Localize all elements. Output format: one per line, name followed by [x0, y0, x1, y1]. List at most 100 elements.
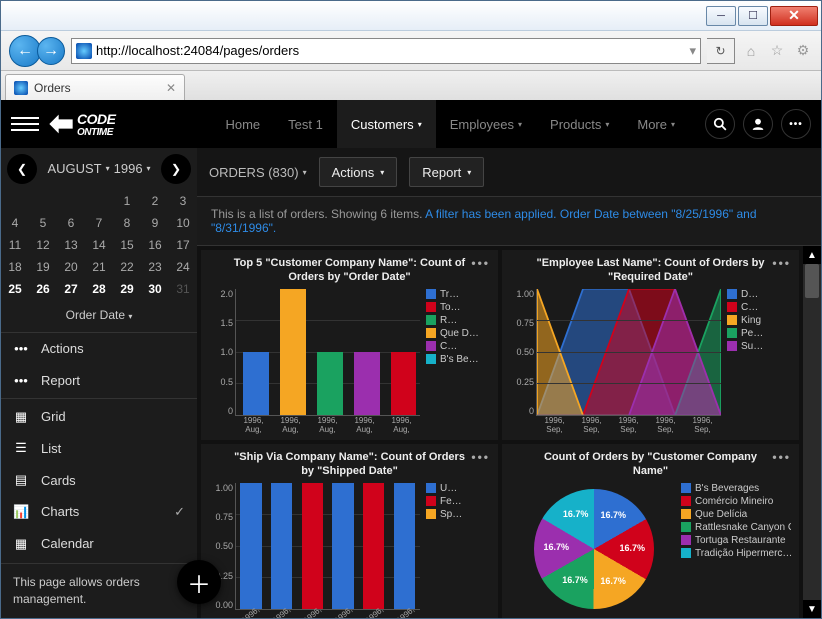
legend-item[interactable]: R… — [426, 315, 490, 326]
chart-plot[interactable]: 1.000.750.500.250.001996,Au…1996,Se…1996… — [209, 483, 422, 618]
more-button[interactable]: ••• — [781, 109, 811, 139]
user-button[interactable] — [743, 109, 773, 139]
close-tab-icon[interactable]: ✕ — [166, 81, 176, 95]
window-close-button[interactable]: ✕ — [770, 6, 818, 26]
calendar-day[interactable]: 11 — [1, 234, 29, 256]
url-input[interactable] — [96, 43, 685, 58]
search-button[interactable] — [705, 109, 735, 139]
dropdown-icon[interactable]: ▾ — [689, 43, 696, 59]
legend-item[interactable]: Tortuga Restaurante — [681, 535, 791, 546]
calendar-day[interactable]: 7 — [85, 212, 113, 234]
browser-forward-button[interactable]: → — [37, 37, 65, 65]
legend-item[interactable]: Tr… — [426, 289, 490, 300]
legend-item[interactable]: C… — [727, 302, 791, 313]
calendar-day[interactable]: 18 — [1, 256, 29, 278]
nav-tab-home[interactable]: Home — [211, 100, 274, 148]
sidebar-actions[interactable]: •••Actions — [1, 333, 197, 365]
window-maximize-button[interactable]: ☐ — [738, 6, 768, 26]
calendar-day[interactable]: 19 — [29, 256, 57, 278]
scroll-thumb[interactable] — [805, 264, 819, 298]
chart-more-icon[interactable]: ••• — [772, 450, 791, 464]
chart-plot[interactable]: 1.000.750.500.2501996,Sep,231996,Sep,241… — [510, 289, 723, 434]
calendar-day[interactable]: 17 — [169, 234, 197, 256]
legend-item[interactable]: King — [727, 315, 791, 326]
calendar-day[interactable]: 24 — [169, 256, 197, 278]
favorites-icon[interactable]: ☆ — [767, 41, 787, 61]
calendar-day[interactable]: 22 — [113, 256, 141, 278]
nav-tab-more[interactable]: More ▾ — [623, 100, 689, 148]
calendar-day[interactable]: 5 — [29, 212, 57, 234]
actions-button[interactable]: Actions▾ — [319, 157, 398, 187]
browser-tab[interactable]: Orders ✕ — [5, 74, 185, 100]
sidebar-report[interactable]: •••Report — [1, 364, 197, 396]
legend-item[interactable]: Sp… — [426, 509, 490, 520]
calendar-day[interactable]: 12 — [29, 234, 57, 256]
hamburger-menu-icon[interactable] — [11, 110, 39, 138]
calendar-day[interactable]: 4 — [1, 212, 29, 234]
calendar-day[interactable]: 14 — [85, 234, 113, 256]
calendar-day[interactable]: 16 — [141, 234, 169, 256]
calendar-grid[interactable]: 1234567891011121314151617181920212223242… — [1, 190, 197, 300]
chart-more-icon[interactable]: ••• — [471, 256, 490, 270]
legend-item[interactable]: C… — [426, 341, 490, 352]
nav-tab-test-1[interactable]: Test 1 — [274, 100, 337, 148]
calendar-day[interactable]: 8 — [113, 212, 141, 234]
calendar-day[interactable]: 13 — [57, 234, 85, 256]
calendar-day[interactable]: 31 — [169, 278, 197, 300]
calendar-field-label[interactable]: Order Date ▾ — [1, 300, 197, 333]
calendar-day[interactable]: 21 — [85, 256, 113, 278]
calendar-day[interactable]: 6 — [57, 212, 85, 234]
legend-item[interactable]: B's Beverages — [681, 483, 791, 494]
legend-item[interactable]: Que D… — [426, 328, 490, 339]
address-bar[interactable]: ▾ — [71, 38, 701, 64]
nav-tab-customers[interactable]: Customers ▾ — [337, 100, 436, 148]
chart-plot[interactable]: 2.01.51.00.501996,Aug,261996,Aug,271996,… — [209, 289, 422, 434]
nav-tab-employees[interactable]: Employees ▾ — [436, 100, 536, 148]
sidebar-view-charts[interactable]: 📊Charts✓ — [1, 496, 197, 528]
legend-item[interactable]: U… — [426, 483, 490, 494]
calendar-day[interactable]: 29 — [113, 278, 141, 300]
breadcrumb[interactable]: ORDERS (830) ▾ — [209, 165, 307, 180]
calendar-day[interactable]: 27 — [57, 278, 85, 300]
window-minimize-button[interactable]: ─ — [706, 6, 736, 26]
calendar-day[interactable]: 1 — [113, 190, 141, 212]
calendar-title[interactable]: AUGUST▾ 1996▾ — [47, 161, 150, 176]
scrollbar[interactable]: ▲ ▼ — [803, 246, 821, 618]
calendar-day[interactable]: 10 — [169, 212, 197, 234]
calendar-day[interactable]: 20 — [57, 256, 85, 278]
calendar-day[interactable]: 9 — [141, 212, 169, 234]
calendar-day[interactable]: 26 — [29, 278, 57, 300]
calendar-day[interactable]: 2 — [141, 190, 169, 212]
legend-item[interactable]: To… — [426, 302, 490, 313]
calendar-day[interactable]: 30 — [141, 278, 169, 300]
legend-item[interactable]: Tradição Hipermerc… — [681, 548, 791, 559]
legend-item[interactable]: B's Be… — [426, 354, 490, 365]
home-icon[interactable]: ⌂ — [741, 41, 761, 61]
legend-item[interactable]: Comércio Mineiro — [681, 496, 791, 507]
sidebar-view-grid[interactable]: ▦Grid — [1, 401, 197, 433]
sidebar-view-list[interactable]: ☰List — [1, 433, 197, 465]
scroll-up-icon[interactable]: ▲ — [803, 246, 821, 264]
calendar-day[interactable]: 3 — [169, 190, 197, 212]
calendar-day[interactable]: 23 — [141, 256, 169, 278]
calendar-day[interactable]: 25 — [1, 278, 29, 300]
nav-tab-products[interactable]: Products ▾ — [536, 100, 623, 148]
reload-button[interactable]: ↻ — [707, 38, 735, 64]
legend-item[interactable]: Fe… — [426, 496, 490, 507]
calendar-prev-button[interactable]: ❮ — [7, 154, 37, 184]
legend-item[interactable]: Que Delícia — [681, 509, 791, 520]
calendar-next-button[interactable]: ❯ — [161, 154, 191, 184]
settings-icon[interactable]: ⚙ — [793, 41, 813, 61]
calendar-day[interactable]: 15 — [113, 234, 141, 256]
legend-item[interactable]: Rattlesnake Canyon Gr… — [681, 522, 791, 533]
sidebar-view-cards[interactable]: ▤Cards — [1, 464, 197, 496]
scroll-down-icon[interactable]: ▼ — [803, 600, 821, 618]
legend-item[interactable]: D… — [727, 289, 791, 300]
chart-more-icon[interactable]: ••• — [471, 450, 490, 464]
legend-item[interactable]: Pe… — [727, 328, 791, 339]
legend-item[interactable]: Su… — [727, 341, 791, 352]
fab-add-button[interactable]: ＋ — [177, 560, 221, 604]
chart-plot[interactable]: 16.7%16.7%16.7%16.7%16.7%16.7% — [510, 483, 677, 618]
calendar-day[interactable]: 28 — [85, 278, 113, 300]
sidebar-view-calendar[interactable]: ▦Calendar — [1, 528, 197, 560]
